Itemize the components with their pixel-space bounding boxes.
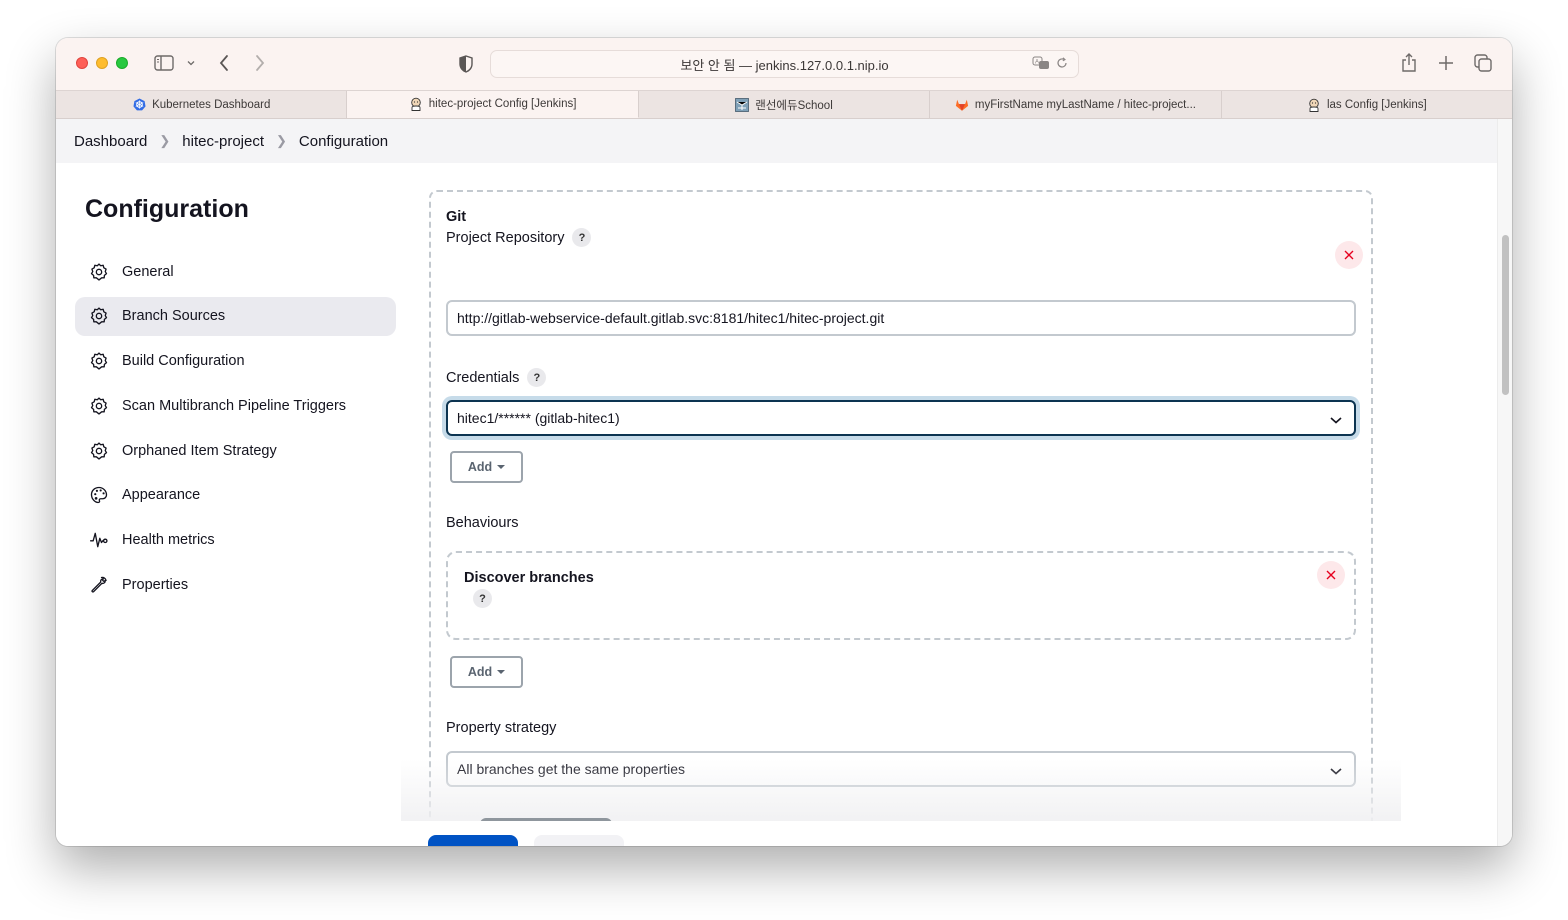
sidebar-item-branch-sources[interactable]: Branch Sources <box>75 296 396 336</box>
breadcrumb: Dashboard ❯ hitec-project ❯ Configuratio… <box>56 119 1497 163</box>
sidebar-item-appearance[interactable]: Appearance <box>75 476 396 515</box>
apply-button[interactable]: Apply <box>534 835 624 846</box>
chevron-down-icon[interactable] <box>185 57 197 69</box>
caret-down-icon <box>497 670 506 674</box>
breadcrumb-dashboard[interactable]: Dashboard <box>74 133 147 150</box>
sidebar-item-health-metrics[interactable]: Health metrics <box>75 521 396 560</box>
breadcrumb-separator-icon: ❯ <box>159 133 171 148</box>
sidebar-item-label: Scan Multibranch Pipeline Triggers <box>122 397 347 414</box>
tab-overview-icon[interactable] <box>1473 53 1493 73</box>
property-strategy-label: Property strategy <box>446 720 557 736</box>
sidebar-item-orphaned-item-strategy[interactable]: Orphaned Item Strategy <box>75 431 396 470</box>
sidebar-toggle-icon[interactable] <box>153 54 175 72</box>
tab-label: 랜선에듀School <box>755 99 833 112</box>
delete-discover-branches-button[interactable] <box>1317 561 1345 589</box>
discover-branches-block <box>446 551 1356 640</box>
git-section-title: Git <box>446 209 467 225</box>
back-icon[interactable] <box>216 53 232 73</box>
sidebar-item-label: Appearance <box>122 487 201 504</box>
sidebar-item-general[interactable]: General <box>75 252 396 291</box>
wrench-icon <box>88 574 110 596</box>
gitlab-icon <box>955 98 969 112</box>
sidebar-item-label: Build Configuration <box>122 353 245 370</box>
caret-down-icon <box>497 465 506 469</box>
jenkins-icon <box>1307 98 1321 112</box>
delete-git-source-button[interactable] <box>1335 241 1363 269</box>
config-side-nav: General Branch Sources Build Configurati… <box>75 252 396 610</box>
reload-icon[interactable] <box>1056 57 1068 72</box>
chevron-down-icon <box>1329 412 1343 428</box>
sidebar-item-label: Properties <box>122 577 189 594</box>
tab-label: las Config [Jenkins] <box>1326 98 1427 111</box>
add-credentials-button[interactable]: Add <box>450 451 523 483</box>
page-title: Configuration <box>85 195 249 223</box>
zoom-window-button[interactable] <box>116 57 128 69</box>
sidebar-item-label: Health metrics <box>122 532 215 549</box>
sidebar-item-label: General <box>122 263 174 280</box>
help-icon[interactable]: ? <box>473 589 492 608</box>
credentials-select[interactable]: hitec1/****** (gitlab-hitec1) <box>446 400 1356 436</box>
kubernetes-icon <box>132 98 146 112</box>
privacy-shield-icon[interactable] <box>457 54 475 74</box>
help-icon[interactable]: ? <box>527 368 547 387</box>
credentials-label: Credentials ? <box>446 368 547 387</box>
close-window-button[interactable] <box>76 57 88 69</box>
content-fade <box>401 759 1401 821</box>
tab-label: hitec-project Config [Jenkins] <box>428 98 577 110</box>
save-button[interactable]: Save <box>428 835 518 846</box>
pulse-icon <box>88 529 110 551</box>
tab-las-config[interactable]: las Config [Jenkins] <box>1222 91 1512 118</box>
tab-gitlab-hitec-project[interactable]: myFirstName myLastName / hitec-project..… <box>930 91 1222 118</box>
translate-icon[interactable]: A <box>1032 56 1050 73</box>
credentials-selected-value: hitec1/****** (gitlab-hitec1) <box>457 410 620 426</box>
address-text: 보안 안 됨 — jenkins.127.0.0.1.nip.io <box>680 57 889 73</box>
help-icon[interactable]: ? <box>572 228 592 247</box>
browser-window: 보안 안 됨 — jenkins.127.0.0.1.nip.io A Kube… <box>56 38 1512 846</box>
sidebar-item-build-configuration[interactable]: Build Configuration <box>75 342 396 381</box>
breadcrumb-hitec-project[interactable]: hitec-project <box>182 133 264 150</box>
close-icon <box>1344 250 1354 260</box>
close-icon <box>1326 570 1336 580</box>
forward-icon[interactable] <box>252 53 268 73</box>
gear-icon <box>88 395 110 417</box>
gear-icon <box>88 350 110 372</box>
address-bar[interactable]: 보안 안 됨 — jenkins.127.0.0.1.nip.io A <box>490 50 1079 78</box>
add-behaviour-button[interactable]: Add <box>450 656 523 688</box>
tab-lansen-edu-school[interactable]: 랜선에듀School <box>639 91 931 118</box>
git-branch-source-block <box>429 190 1373 846</box>
discover-branches-title: Discover branches <box>464 570 594 586</box>
sidebar-item-properties[interactable]: Properties <box>75 566 396 605</box>
jenkins-icon <box>409 97 423 111</box>
palette-icon <box>88 484 110 506</box>
gear-icon <box>88 261 110 283</box>
sidebar-item-label: Orphaned Item Strategy <box>122 442 277 459</box>
minimize-window-button[interactable] <box>96 57 108 69</box>
tab-bar: Kubernetes Dashboard hitec-project Confi… <box>56 90 1512 119</box>
gear-icon <box>88 440 110 462</box>
breadcrumb-configuration[interactable]: Configuration <box>299 133 388 150</box>
tab-kubernetes-dashboard[interactable]: Kubernetes Dashboard <box>56 91 348 118</box>
share-icon[interactable] <box>1399 52 1419 74</box>
project-repository-input[interactable] <box>446 300 1356 336</box>
sidebar-item-scan-triggers[interactable]: Scan Multibranch Pipeline Triggers <box>75 386 396 425</box>
jenkins-page: Dashboard ❯ hitec-project ❯ Configuratio… <box>56 119 1497 846</box>
page-scrollbar[interactable] <box>1497 119 1512 846</box>
browser-toolbar: 보안 안 됨 — jenkins.127.0.0.1.nip.io A <box>56 38 1512 90</box>
breadcrumb-separator-icon: ❯ <box>276 133 287 148</box>
scrollbar-thumb[interactable] <box>1502 235 1509 395</box>
tab-label: Kubernetes Dashboard <box>152 98 271 111</box>
new-tab-icon[interactable] <box>1436 53 1456 73</box>
sidebar-item-label: Branch Sources <box>122 308 226 325</box>
gear-icon <box>88 305 110 327</box>
school-icon <box>735 97 750 112</box>
svg-text:A: A <box>1035 60 1039 66</box>
project-repository-label: Project Repository ? <box>446 228 592 247</box>
tab-hitec-project-config[interactable]: hitec-project Config [Jenkins] <box>347 91 639 118</box>
behaviours-label: Behaviours <box>446 515 519 531</box>
tab-label: myFirstName myLastName / hitec-project..… <box>974 98 1196 111</box>
